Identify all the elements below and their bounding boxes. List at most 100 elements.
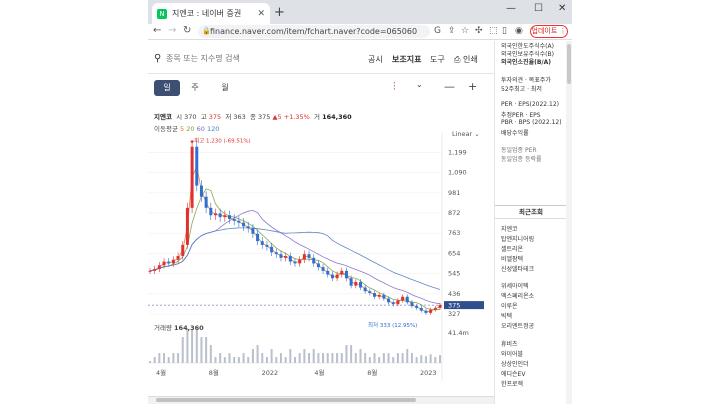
volume-bar xyxy=(242,353,245,363)
info-sidebar: 외국인한도주식수(A) 외국인보유주식수(B) 외국인소진율(B/A) 투자의견 · … xyxy=(494,41,572,404)
candle-body xyxy=(354,281,358,286)
recent-item[interactable]: 오리엔트정공 xyxy=(501,321,534,330)
candle-body xyxy=(223,215,227,218)
recent-item[interactable]: 엑스페리온소 xyxy=(501,291,534,300)
volume-bar xyxy=(186,329,189,363)
recent-item[interactable]: 에디슨EV xyxy=(501,369,525,378)
volume-bar xyxy=(261,353,264,363)
candle-body xyxy=(199,185,203,197)
address-bar[interactable]: 🔒 finance.naver.com/item/fchart.naver?co… xyxy=(198,25,430,38)
candle-body xyxy=(391,302,395,305)
new-tab-icon[interactable]: + xyxy=(274,5,285,20)
scrollbar-thumb[interactable] xyxy=(567,44,571,84)
candle-body xyxy=(424,310,428,313)
volume-bar xyxy=(289,349,292,363)
volume-bar xyxy=(359,349,362,363)
minimize-icon[interactable]: — xyxy=(506,3,516,14)
volume-bar xyxy=(350,345,353,363)
puzzle-icon[interactable]: ⬚ xyxy=(489,26,498,36)
star-icon[interactable]: ☆ xyxy=(461,26,469,36)
candle-body xyxy=(148,270,152,272)
opinion-line: 52주최고 · 최저 xyxy=(501,86,542,93)
volume-bar xyxy=(392,357,395,363)
y-tick-label: 981 xyxy=(448,189,460,197)
recent-item[interactable]: 빅텍 xyxy=(501,311,512,320)
volume-bar xyxy=(158,353,161,363)
recent-item[interactable]: 휴비츠 xyxy=(501,339,518,348)
candle-body xyxy=(190,146,194,208)
y-tick-label: 872 xyxy=(448,209,460,217)
back-icon[interactable]: ← xyxy=(153,25,161,36)
maximize-icon[interactable]: ☐ xyxy=(534,3,543,14)
recent-item[interactable]: 신성델타테크 xyxy=(501,264,534,273)
volume-bar xyxy=(265,357,268,363)
close-icon[interactable]: ✕ xyxy=(257,9,265,19)
volume-bar xyxy=(275,357,278,363)
volume-bar xyxy=(172,353,175,363)
horizontal-scrollbar-thumb[interactable] xyxy=(156,398,416,402)
recent-item[interactable]: 와이어블 xyxy=(501,349,523,358)
candle-body xyxy=(246,226,250,229)
tab-active[interactable]: N 지엔코 : 네이버 증권 ✕ xyxy=(152,3,270,24)
candle-body xyxy=(204,196,208,208)
candle-body xyxy=(405,296,409,303)
candle-body xyxy=(279,254,283,258)
window-close-icon[interactable]: ✕ xyxy=(558,3,566,14)
candle-body xyxy=(284,256,288,258)
volume-bar xyxy=(326,353,329,363)
google-icon[interactable]: G xyxy=(434,26,441,36)
candle-body xyxy=(307,254,311,258)
tab-title: 지엔코 : 네이버 증권 xyxy=(172,9,242,18)
volume-bar xyxy=(279,353,282,363)
sector-line: 동일업종 등락률 xyxy=(501,156,542,163)
recent-item[interactable]: 위세아이텍 xyxy=(501,281,529,290)
high-annotation: 최고 1,230 (-69.51%) xyxy=(194,137,251,145)
x-tick-label: 4월 xyxy=(314,368,324,377)
volume-bar xyxy=(322,353,325,363)
recent-item[interactable]: 이루온 xyxy=(501,301,518,310)
volume-bar xyxy=(233,357,236,363)
volume-bar xyxy=(303,349,306,363)
y-tick-label: 327 xyxy=(448,310,460,318)
y-tick-label: 436 xyxy=(448,290,460,298)
address-toolbar: ← → ↻ 🔒 finance.naver.com/item/fchart.na… xyxy=(148,24,572,40)
share-icon[interactable]: ⇪ xyxy=(448,26,456,36)
recent-item[interactable]: 셀트리온 xyxy=(501,244,523,253)
candle-body xyxy=(363,287,367,292)
profile-avatar[interactable]: ◉ xyxy=(515,26,523,36)
foreign-line: 외국인소진율(B/A) xyxy=(501,59,552,66)
candle-body xyxy=(382,294,386,299)
sector-line: 동일업종 PER xyxy=(501,147,537,154)
recent-item[interactable]: 상상인인더 xyxy=(501,359,529,368)
extension-icon[interactable]: ✣ xyxy=(475,26,483,36)
update-button[interactable]: 업데이트 ⋮ xyxy=(530,25,568,38)
candle-body xyxy=(368,291,372,294)
recent-item[interactable]: 한프로젝 xyxy=(501,379,523,388)
recent-item[interactable]: 지엔코 xyxy=(501,224,518,233)
volume-bar xyxy=(223,357,226,363)
candle-body xyxy=(433,307,437,310)
candle-body xyxy=(330,274,334,279)
volume-bar xyxy=(317,353,320,363)
volume-bar xyxy=(406,349,409,363)
forward-icon[interactable]: → xyxy=(168,25,176,36)
price-chart[interactable]: 1,199 1,090 981 872 763 654 545 436 327 최고 1,230 … xyxy=(148,41,494,396)
recent-item[interactable]: 탑엔지니어링 xyxy=(501,234,534,243)
x-tick-label: 2022 xyxy=(262,369,279,377)
recent-item[interactable]: 비엘팜텍 xyxy=(501,254,523,263)
candle-body xyxy=(274,252,278,255)
candle-body xyxy=(185,207,189,245)
volume-bar xyxy=(429,354,432,363)
reload-icon[interactable]: ↻ xyxy=(183,25,191,36)
volume-bar xyxy=(149,361,151,363)
sidepanel-icon[interactable]: ▯ xyxy=(502,26,507,36)
candle-body xyxy=(237,220,241,223)
vertical-scrollbar[interactable] xyxy=(566,41,572,404)
candle-body xyxy=(298,259,302,264)
x-tick-label: 2023 xyxy=(420,369,437,377)
y-tick-label: 763 xyxy=(448,229,460,237)
volume-bar xyxy=(298,353,301,363)
browser-window: N 지엔코 : 네이버 증권 ✕ + — ☐ ✕ ← → ↻ 🔒 finance… xyxy=(148,0,572,404)
per-line: PER · EPS(2022.12) xyxy=(501,101,560,108)
volume-bar xyxy=(251,349,254,363)
